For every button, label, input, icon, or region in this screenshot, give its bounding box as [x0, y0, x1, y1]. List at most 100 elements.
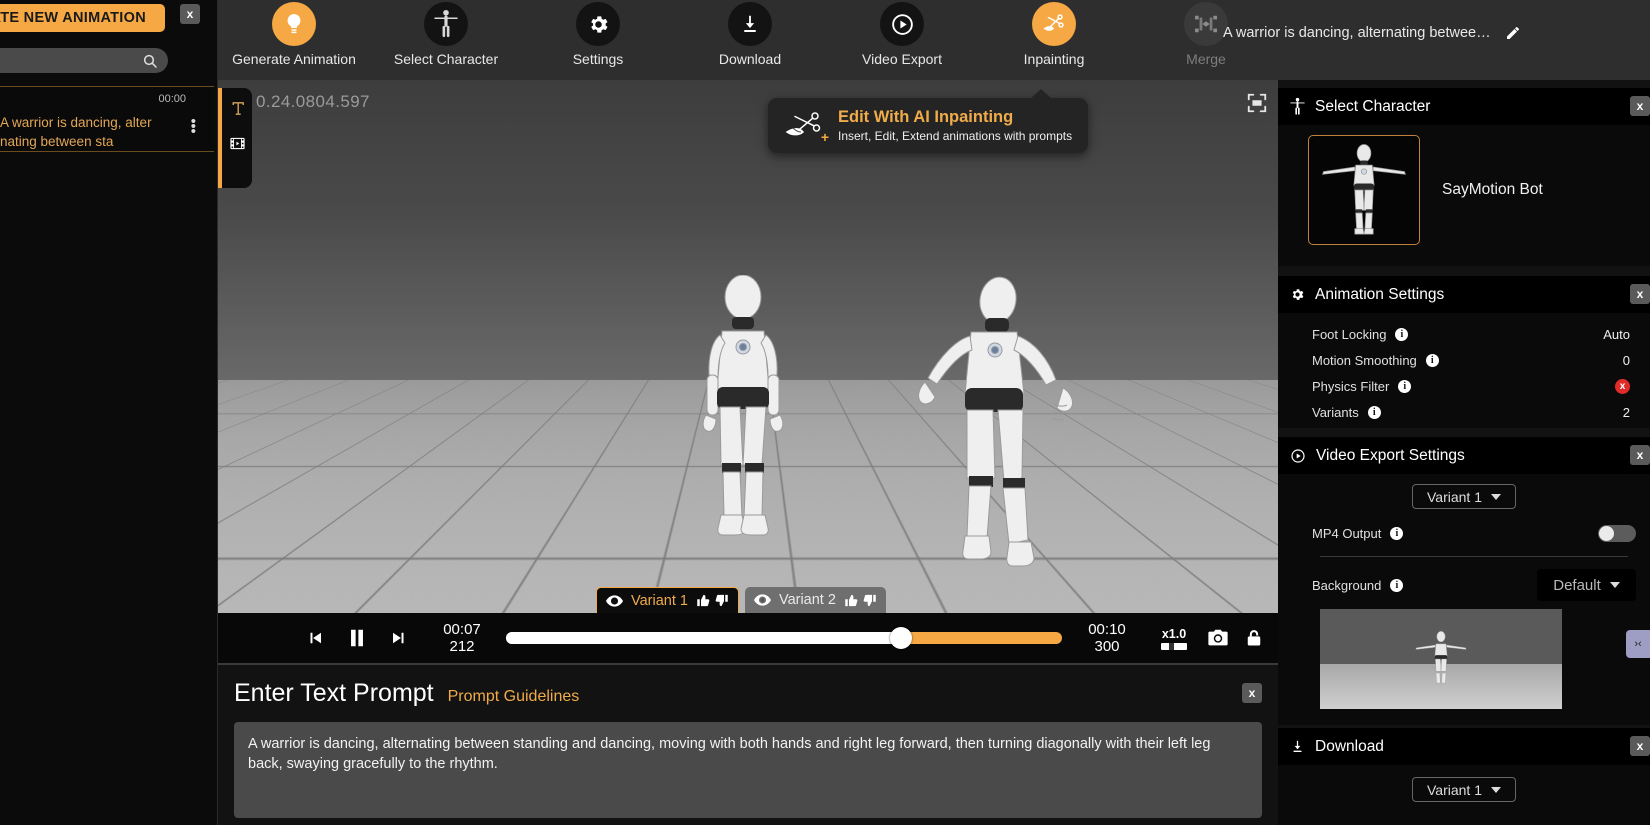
panel-close-button[interactable]: x	[1630, 445, 1650, 465]
pause-icon[interactable]	[346, 626, 368, 650]
current-frame: 212	[449, 638, 475, 655]
left-sidebar: CREATE NEW ANIMATION x 00:00 A warrior i…	[0, 0, 218, 825]
variant-tab-2[interactable]: Variant 2	[744, 587, 886, 613]
character-variant-1	[702, 275, 784, 536]
setting-label: Physics Filter	[1312, 378, 1390, 394]
character-row: SayMotion Bot	[1292, 131, 1636, 251]
panel-body: Foot Locking i Auto Motion Smoothing i 0…	[1278, 313, 1650, 437]
eye-icon[interactable]	[753, 594, 771, 606]
toolbar-item-select-character[interactable]: Select Character	[370, 2, 522, 67]
toolbar-label: Inpainting	[1023, 51, 1085, 67]
divider	[1320, 556, 1628, 557]
search-box[interactable]	[0, 48, 168, 73]
setting-value[interactable]: 0	[1623, 353, 1630, 368]
panel-header: Select Character x	[1278, 88, 1650, 125]
setting-value[interactable]: 2	[1623, 405, 1630, 420]
info-icon[interactable]: i	[1425, 353, 1439, 367]
download-variant-value: Variant 1	[1427, 781, 1482, 798]
panel-header: Download x	[1278, 728, 1650, 765]
toolbar-item-download[interactable]: Download	[674, 2, 826, 67]
info-icon[interactable]: i	[1395, 327, 1409, 341]
animation-menu-icon[interactable]: • • •	[191, 114, 196, 139]
prompt-guidelines-link[interactable]: Prompt Guidelines	[448, 688, 580, 706]
prompt-title: Enter Text Prompt	[234, 679, 434, 707]
current-time: 00:07 212	[434, 621, 490, 655]
list-item[interactable]: 00:00 A warrior is dancing, alternating …	[0, 86, 214, 152]
setting-value[interactable]: Auto	[1603, 327, 1630, 342]
3d-viewport[interactable]: 0.24.0804.597 + Edit With AI Inpainting …	[218, 80, 1278, 613]
character-variant-2	[918, 276, 1073, 567]
panel-title: Video Export Settings	[1316, 446, 1465, 464]
mp4-output-row: MP4 Output i	[1292, 525, 1636, 542]
variant-tabs: Variant 1 Variant 2	[596, 587, 886, 613]
panel-close-button[interactable]: x	[1630, 284, 1650, 304]
saymotion-app: CREATE NEW ANIMATION x 00:00 A warrior i…	[0, 0, 1650, 825]
toolbar-label: Download	[718, 51, 782, 67]
toolbar-item-generate-animation[interactable]: Generate Animation	[218, 2, 370, 67]
play-circle-icon	[880, 2, 924, 46]
character-thumbnail[interactable]	[1308, 135, 1420, 245]
skip-next-icon[interactable]	[390, 629, 408, 647]
variant-tab-1[interactable]: Variant 1	[596, 587, 739, 613]
panel-close-button[interactable]: x	[1630, 96, 1650, 116]
viewport-tool-rail	[218, 88, 252, 188]
info-icon[interactable]: i	[1398, 379, 1412, 393]
panel-title: Select Character	[1315, 97, 1431, 115]
search-icon[interactable]	[142, 53, 158, 69]
collapse-sidebar-tab[interactable]: ›‹	[1626, 630, 1650, 658]
panel-close-button[interactable]: x	[1630, 736, 1650, 756]
download-variant-select[interactable]: Variant 1	[1412, 777, 1516, 802]
text-tool-icon[interactable]	[229, 100, 246, 117]
info-icon[interactable]: i	[1367, 405, 1381, 419]
plus-icon: +	[820, 128, 829, 145]
export-variant-select[interactable]: Variant 1	[1412, 484, 1516, 509]
animation-duration: 00:00	[158, 93, 186, 105]
camera-icon[interactable]	[1206, 627, 1230, 649]
thumbs-up-icon[interactable]	[696, 593, 711, 608]
eye-icon[interactable]	[606, 594, 623, 607]
player-controls: 00:07 212 00:10 300 x1.0	[218, 613, 1278, 665]
background-preview[interactable]	[1320, 609, 1562, 709]
info-icon[interactable]: i	[1390, 527, 1404, 540]
scrubber-handle[interactable]	[889, 627, 912, 649]
film-tool-icon[interactable]	[229, 135, 246, 152]
timeline-scrubber[interactable]	[506, 627, 1062, 649]
thumbs-down-icon[interactable]	[862, 593, 877, 608]
toolbar-item-video-export[interactable]: Video Export	[826, 2, 978, 67]
mp4-output-toggle[interactable]	[1598, 525, 1636, 542]
toolbar-label: Video Export	[862, 51, 942, 67]
toolbar-label: Merge	[1186, 51, 1226, 67]
chevron-down-icon	[1491, 786, 1501, 793]
panel-download: Download x Variant 1	[1278, 728, 1650, 825]
speed-slider-icon	[1161, 642, 1187, 650]
thumbs-up-icon[interactable]	[844, 593, 859, 608]
chevron-down-icon	[1491, 493, 1501, 500]
info-icon[interactable]: i	[1390, 578, 1404, 592]
prompt-close-button[interactable]: x	[1242, 683, 1262, 703]
background-select[interactable]: Default	[1537, 569, 1636, 601]
panel-select-character: Select Character x SayMotion Bot	[1278, 88, 1650, 266]
toolbar-item-inpainting[interactable]: Inpainting	[978, 2, 1130, 67]
thumbs-down-icon[interactable]	[714, 593, 729, 608]
toolbar-item-settings[interactable]: Settings	[522, 2, 674, 67]
fullscreen-icon[interactable]	[1246, 92, 1268, 119]
panel-body: Variant 1	[1278, 765, 1650, 814]
lock-icon[interactable]	[1244, 627, 1264, 649]
animation-list: 00:00 A warrior is dancing, alternating …	[0, 86, 214, 152]
status-badge[interactable]: x	[1615, 378, 1630, 394]
panel-animation-settings: Animation Settings x Foot Locking i Auto…	[1278, 276, 1650, 428]
playback-speed-button[interactable]: x1.0	[1154, 627, 1194, 650]
prompt-textarea[interactable]	[234, 722, 1262, 818]
panel-title: Download	[1315, 737, 1384, 755]
setting-row-physics-filter: Physics Filter i x	[1292, 373, 1636, 399]
create-new-animation-button[interactable]: CREATE NEW ANIMATION	[0, 4, 165, 32]
panel-video-export-settings: Video Export Settings x Variant 1 MP4 Ou…	[1278, 437, 1650, 725]
search-input[interactable]	[0, 53, 142, 68]
play-circle-icon	[1290, 448, 1306, 464]
playback-speed-label: x1.0	[1161, 626, 1187, 641]
left-sidebar-close-button[interactable]: x	[180, 4, 200, 24]
skip-previous-icon[interactable]	[306, 629, 324, 647]
setting-row-variants: Variants i 2	[1292, 399, 1636, 425]
mp4-output-label: MP4 Output	[1312, 526, 1382, 541]
setting-row-motion-smoothing: Motion Smoothing i 0	[1292, 347, 1636, 373]
